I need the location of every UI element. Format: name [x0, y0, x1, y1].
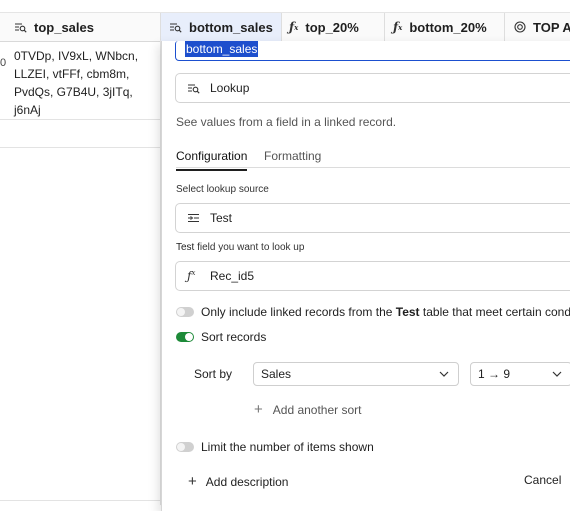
sort-field-select[interactable]: Sales	[253, 362, 459, 386]
lookup-source-label: Select lookup source	[176, 184, 269, 195]
filter-option-suffix: table that meet certain condit	[419, 305, 570, 319]
lookup-source-select[interactable]: Test	[175, 203, 570, 233]
lookup-icon	[169, 22, 182, 33]
column-header-bottom-20[interactable]: ƒx bottom_20%	[385, 13, 505, 41]
grid-header-row: top_sales bottom_sales ⌄ ƒx top_20% ƒx b…	[0, 12, 570, 42]
column-header-top-20[interactable]: ƒx top_20%	[282, 13, 385, 41]
lookup-icon	[187, 83, 201, 94]
lookup-field-select[interactable]: ƒx Rec_id5	[175, 261, 570, 291]
column-header-label: bottom_20%	[409, 19, 487, 35]
cancel-button[interactable]: Cancel	[524, 473, 561, 487]
plus-icon: +	[254, 401, 263, 418]
linked-record-icon	[187, 213, 201, 223]
sort-records-label: Sort records	[201, 330, 267, 344]
row-number: 0	[0, 57, 7, 69]
field-type-select[interactable]: Lookup	[175, 73, 570, 103]
field-name-selected-text: bottom_sales	[185, 41, 259, 57]
config-tabs: Configuration Formatting	[176, 147, 570, 171]
chevron-down-icon	[439, 369, 449, 380]
lookup-source-value: Test	[210, 211, 233, 225]
field-type-label: Lookup	[210, 81, 250, 95]
sort-direction-value: 1 → 9	[478, 367, 511, 381]
limit-items-label: Limit the number of items shown	[201, 440, 374, 454]
filter-option-table: Test	[395, 305, 420, 319]
grid-divider	[0, 147, 160, 148]
column-header-top-sales[interactable]: top_sales	[0, 13, 161, 41]
column-header-top-av[interactable]: TOP Av	[505, 13, 570, 41]
field-name-input[interactable]: bottom_sales	[175, 41, 570, 61]
add-another-sort-button[interactable]: + Add another sort	[254, 401, 362, 418]
tab-formatting[interactable]: Formatting	[264, 149, 321, 163]
add-description-label: Add description	[205, 474, 289, 489]
add-description-button[interactable]: + Add description	[188, 473, 288, 490]
column-header-label: bottom_sales	[189, 19, 273, 35]
plus-icon: +	[188, 473, 197, 490]
tab-configuration[interactable]: Configuration	[176, 149, 248, 171]
top-sales-cell[interactable]: 0TVDp, IV9xL, WNbcn, LLZEI, vtFFf, cbm8m…	[14, 47, 159, 119]
sort-by-label: Sort by	[194, 367, 233, 381]
limit-items-toggle[interactable]	[176, 442, 194, 452]
column-header-bottom-sales[interactable]: bottom_sales ⌄	[161, 13, 282, 41]
sort-direction-select[interactable]: 1 → 9	[470, 362, 570, 386]
column-header-label: top_20%	[305, 19, 359, 35]
field-config-dialog: bottom_sales Lookup See values from a fi…	[161, 41, 570, 511]
lookup-field-value: Rec_id5	[210, 269, 255, 283]
sort-records-toggle[interactable]	[176, 332, 194, 342]
chevron-down-icon	[552, 369, 562, 380]
formula-icon: ƒx	[289, 20, 299, 34]
filter-option-label: Only include linked records from the Tes…	[201, 305, 570, 319]
formula-icon: ƒx	[393, 20, 403, 34]
formula-icon: ƒx	[187, 269, 196, 283]
lookup-field-label-rest: field you want to look up	[194, 242, 305, 253]
lookup-field-label-table: Test	[176, 242, 195, 253]
rollup-icon	[514, 21, 526, 33]
field-type-description: See values from a field in a linked reco…	[176, 115, 397, 129]
lookup-field-label: Test field you want to look up	[176, 242, 304, 253]
lookup-icon	[14, 22, 27, 33]
add-sort-label: Add another sort	[272, 402, 362, 417]
grid-divider	[0, 500, 160, 501]
filter-toggle[interactable]	[176, 307, 194, 317]
column-header-label: top_sales	[34, 19, 94, 35]
column-header-label: TOP Av	[533, 19, 570, 35]
filter-option-prefix: Only include linked records from the	[201, 305, 396, 319]
sort-field-value: Sales	[261, 367, 292, 381]
